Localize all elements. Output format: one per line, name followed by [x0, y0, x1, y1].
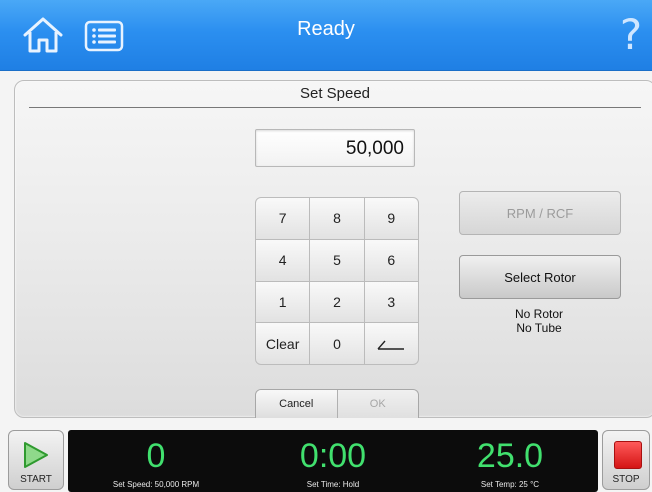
cancel-ok-group: Cancel OK	[255, 389, 419, 418]
start-label: START	[20, 474, 52, 485]
key-0[interactable]: 0	[310, 323, 364, 364]
key-4[interactable]: 4	[256, 239, 310, 281]
help-icon[interactable]: ?	[616, 12, 646, 58]
key-6[interactable]: 6	[364, 239, 418, 281]
panel-divider	[29, 107, 641, 108]
temp-status: 25.0 Set Temp: 25 °C	[422, 430, 598, 492]
top-bar: Ready ?	[0, 0, 652, 71]
key-5[interactable]: 5	[310, 239, 364, 281]
key-9[interactable]: 9	[364, 198, 418, 239]
panel-title: Set Speed	[299, 85, 371, 102]
key-3[interactable]: 3	[364, 281, 418, 323]
rpm-rcf-button[interactable]: RPM / RCF	[459, 191, 621, 235]
key-8[interactable]: 8	[310, 198, 364, 239]
start-button[interactable]: START	[8, 430, 64, 490]
key-2[interactable]: 2	[310, 281, 364, 323]
time-status: 0:00 Set Time: Hold	[245, 430, 421, 492]
numeric-keypad: 7 8 9 4 5 6 1 2 3 Clear 0	[255, 197, 419, 365]
speed-value-display[interactable]: 50,000	[255, 129, 415, 167]
current-time: 0:00	[299, 437, 367, 475]
key-clear[interactable]: Clear	[256, 323, 310, 364]
stop-button[interactable]: STOP	[602, 430, 650, 490]
screen-title: Ready	[297, 18, 355, 40]
play-icon	[24, 442, 48, 468]
set-time-label: Set Time: Hold	[306, 480, 360, 489]
stop-label: STOP	[612, 474, 640, 485]
stop-icon	[614, 441, 642, 469]
speed-status: 0 Set Speed: 50,000 RPM	[68, 430, 244, 492]
rotor-status-tube: No Tube	[516, 321, 562, 335]
set-temp-label: Set Temp: 25 °C	[480, 480, 540, 489]
backspace-icon	[377, 340, 405, 350]
current-temp: 25.0	[476, 437, 544, 475]
set-speed-label: Set Speed: 50,000 RPM	[112, 480, 200, 489]
rotor-status-rotor: No Rotor	[514, 307, 564, 321]
select-rotor-button[interactable]: Select Rotor	[459, 255, 621, 299]
current-speed: 0	[146, 437, 166, 475]
key-1[interactable]: 1	[256, 281, 310, 323]
ok-button[interactable]: OK	[337, 390, 418, 418]
run-status-bar: 0 Set Speed: 50,000 RPM 0:00 Set Time: H…	[68, 430, 598, 492]
rotor-status: No Rotor No Tube	[459, 307, 619, 335]
key-backspace[interactable]	[364, 323, 418, 364]
set-speed-panel: Set Speed 50,000 7 8 9 4 5 6 1 2 3 Clear…	[14, 80, 652, 418]
cancel-button[interactable]: Cancel	[256, 390, 338, 418]
key-7[interactable]: 7	[256, 198, 310, 239]
